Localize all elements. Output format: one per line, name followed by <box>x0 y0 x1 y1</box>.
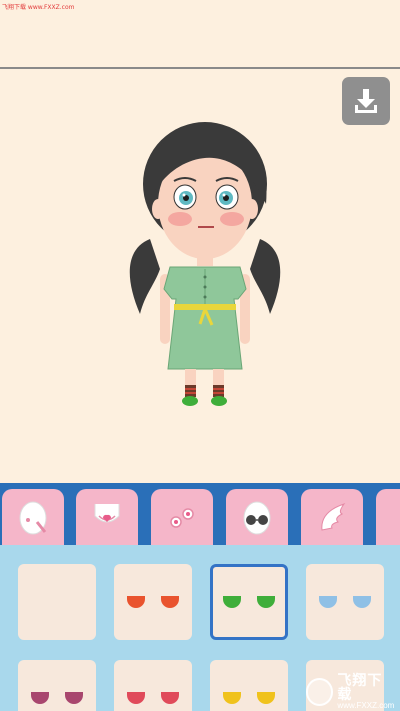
shoe-swatch <box>127 596 145 608</box>
left-shoe <box>182 396 198 406</box>
item-orange-shoes[interactable] <box>114 564 192 640</box>
item-yellow-shoes[interactable] <box>210 660 288 711</box>
tab-glasses[interactable] <box>226 489 288 545</box>
shoe-swatch <box>31 692 49 704</box>
item-blue-shoes[interactable] <box>306 564 384 640</box>
right-pigtail <box>250 239 281 314</box>
download-button[interactable] <box>342 77 390 125</box>
face-icon <box>19 501 47 535</box>
earrings-icon <box>170 508 194 528</box>
download-icon <box>355 89 377 113</box>
shoe-swatch <box>127 692 145 704</box>
tab-more[interactable] <box>376 489 400 545</box>
tab-wings[interactable] <box>301 489 363 545</box>
item-purple-shoes[interactable] <box>18 660 96 711</box>
watermark-logo-icon <box>306 678 334 706</box>
shoe-swatch <box>161 692 179 704</box>
cheek-left <box>168 212 192 226</box>
shoe-swatch <box>65 692 83 704</box>
watermark-url: www.FXXZ.com <box>337 701 395 710</box>
tab-face[interactable] <box>2 489 64 545</box>
watermark-logo: 飞翔下载 www.FXXZ.com <box>306 673 396 710</box>
shoe-swatch <box>257 692 275 704</box>
item-none[interactable] <box>18 564 96 640</box>
right-shoe <box>211 396 227 406</box>
necklace-icon <box>94 504 120 523</box>
shoe-swatch <box>319 596 337 608</box>
tab-necklace[interactable] <box>76 489 138 545</box>
shoe-swatch <box>257 596 275 608</box>
shoe-swatch <box>223 596 241 608</box>
tab-earrings[interactable] <box>151 489 213 545</box>
more-icon <box>387 498 400 538</box>
watermark-text: 飞翔下载 www.FXXZ.com <box>2 4 75 11</box>
item-green-shoes[interactable] <box>210 564 288 640</box>
character-stage <box>0 69 400 483</box>
cheek-right <box>220 212 244 226</box>
character-avatar[interactable] <box>120 109 290 409</box>
watermark-title: 飞翔下载 <box>337 673 383 703</box>
shoe-swatch <box>223 692 241 704</box>
left-pigtail <box>129 239 160 314</box>
shoe-swatch <box>161 596 179 608</box>
wings-icon <box>321 503 346 531</box>
glasses-icon <box>243 501 271 535</box>
shoe-swatch <box>353 596 371 608</box>
item-red-shoes[interactable] <box>114 660 192 711</box>
category-bar <box>0 483 400 545</box>
